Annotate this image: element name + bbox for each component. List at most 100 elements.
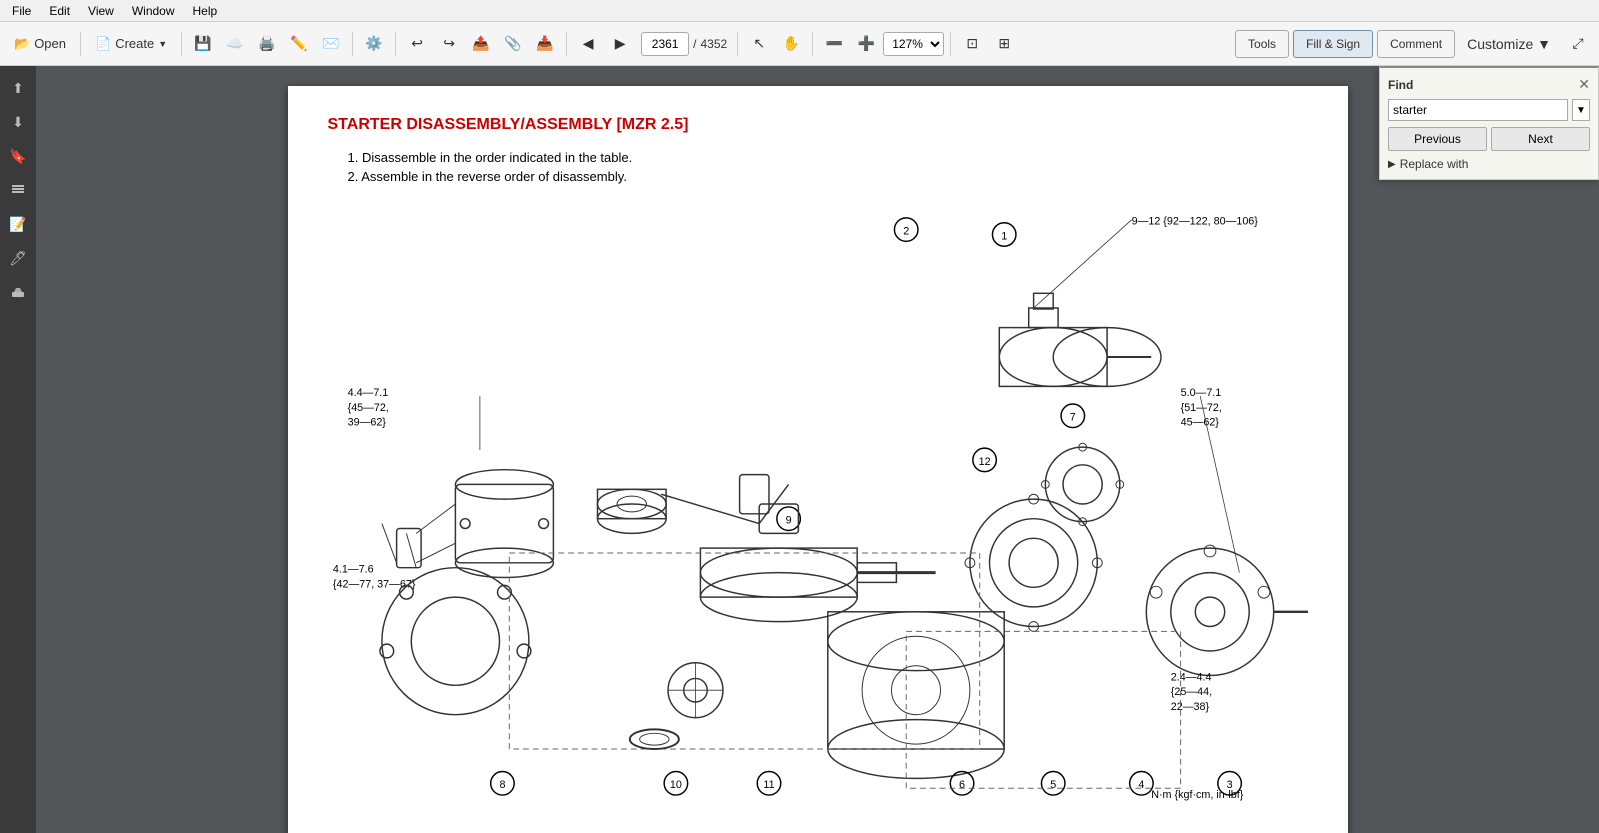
cursor-button[interactable]: ↖ bbox=[744, 29, 774, 59]
sidebar-icon-eraser[interactable] bbox=[4, 278, 32, 306]
svg-text:2: 2 bbox=[903, 226, 909, 238]
svg-text:2.4—4.4: 2.4—4.4 bbox=[1170, 671, 1211, 683]
customize-button[interactable]: Customize ▼ bbox=[1459, 29, 1559, 59]
separator-2 bbox=[181, 32, 182, 56]
sidebar-icon-nav[interactable]: ⬆ bbox=[4, 74, 32, 102]
open-label: Open bbox=[34, 36, 66, 51]
sidebar-icon-down[interactable]: ⬇ bbox=[4, 108, 32, 136]
sidebar-icon-annotation[interactable]: 📝 bbox=[4, 210, 32, 238]
zoom-select[interactable]: 50% 75% 100% 127% 150% 200% bbox=[883, 32, 944, 56]
zoom-container: 50% 75% 100% 127% 150% 200% bbox=[883, 32, 944, 56]
settings-button[interactable]: ⚙️ bbox=[359, 29, 389, 59]
find-buttons: Previous Next bbox=[1388, 127, 1590, 151]
sidebar-icon-pen[interactable]: 🖊 bbox=[4, 244, 32, 272]
content-area[interactable]: STARTER DISASSEMBLY/ASSEMBLY [MZR 2.5] 1… bbox=[36, 66, 1599, 833]
find-close-button[interactable]: ✕ bbox=[1578, 76, 1590, 93]
menu-file[interactable]: File bbox=[4, 2, 39, 20]
svg-text:5.0—7.1: 5.0—7.1 bbox=[1180, 387, 1221, 399]
redo-button[interactable]: ↪ bbox=[434, 29, 464, 59]
replace-arrow-icon: ▶ bbox=[1388, 159, 1396, 170]
separator-6 bbox=[737, 32, 738, 56]
create-dropdown-icon: ▼ bbox=[158, 39, 167, 49]
find-previous-button[interactable]: Previous bbox=[1388, 127, 1487, 151]
separator-4 bbox=[395, 32, 396, 56]
export-button[interactable]: 📥 bbox=[530, 29, 560, 59]
find-dropdown-button[interactable]: ▼ bbox=[1572, 99, 1590, 121]
separator-5 bbox=[566, 32, 567, 56]
svg-text:{51—72,: {51—72, bbox=[1180, 402, 1221, 414]
fill-sign-button[interactable]: Fill & Sign bbox=[1293, 30, 1373, 58]
menu-window[interactable]: Window bbox=[124, 2, 183, 20]
svg-text:12: 12 bbox=[978, 456, 990, 468]
zoom-out-button[interactable]: ➖ bbox=[819, 29, 849, 59]
page-navigation: 2361 / 4352 bbox=[641, 32, 727, 56]
next-page-button[interactable]: ▶ bbox=[605, 29, 635, 59]
create-icon: 📄 bbox=[95, 36, 111, 52]
maximize-button[interactable]: ⤢ bbox=[1563, 29, 1593, 59]
diagram-container: 9—12 {92—122, 80—106} 1 2 bbox=[328, 194, 1308, 814]
page-separator: / bbox=[693, 37, 696, 51]
comment-button[interactable]: Comment bbox=[1377, 30, 1455, 58]
menu-edit[interactable]: Edit bbox=[41, 2, 78, 20]
open-icon: 📂 bbox=[14, 36, 30, 52]
email-button[interactable]: ✉️ bbox=[316, 29, 346, 59]
separator-7 bbox=[812, 32, 813, 56]
instruction-2: 2. Assemble in the reverse order of disa… bbox=[348, 169, 1308, 184]
toolbar: 📂 Open 📄 Create ▼ 💾 ☁️ 🖨️ ✏️ ✉️ ⚙️ ↩ ↪ 📤… bbox=[0, 22, 1599, 66]
sidebar-icon-layers[interactable] bbox=[4, 176, 32, 204]
svg-text:6: 6 bbox=[959, 779, 965, 791]
replace-row[interactable]: ▶ Replace with bbox=[1388, 157, 1590, 171]
svg-text:9: 9 bbox=[785, 515, 791, 527]
svg-text:45—62}: 45—62} bbox=[1180, 417, 1219, 429]
menu-bar: File Edit View Window Help bbox=[0, 0, 1599, 22]
tools-button[interactable]: Tools bbox=[1235, 30, 1289, 58]
svg-text:N·m {kgf·cm, in·lbf}: N·m {kgf·cm, in·lbf} bbox=[1151, 789, 1244, 801]
save-cloud-button[interactable]: ☁️ bbox=[220, 29, 250, 59]
toolbar-right: Tools Fill & Sign Comment Customize ▼ ⤢ bbox=[1235, 29, 1593, 59]
separator-3 bbox=[352, 32, 353, 56]
left-sidebar: ⬆ ⬇ 🔖 📝 🖊 bbox=[0, 66, 36, 833]
zoom-in-button[interactable]: ➕ bbox=[851, 29, 881, 59]
find-input-row: ▼ bbox=[1388, 99, 1590, 121]
svg-text:7: 7 bbox=[1069, 412, 1075, 424]
fit-page-button[interactable]: ⊡ bbox=[957, 29, 987, 59]
fit-width-button[interactable]: ⊞ bbox=[989, 29, 1019, 59]
svg-text:{25—44,: {25—44, bbox=[1170, 686, 1211, 698]
find-panel-title: Find bbox=[1388, 78, 1413, 92]
menu-view[interactable]: View bbox=[80, 2, 122, 20]
sidebar-icon-bookmark[interactable]: 🔖 bbox=[4, 142, 32, 170]
svg-text:39—62}: 39—62} bbox=[347, 417, 386, 429]
instruction-1: 1. Disassemble in the order indicated in… bbox=[348, 150, 1308, 165]
svg-text:{45—72,: {45—72, bbox=[347, 402, 388, 414]
find-panel: Find ✕ ▼ Previous Next ▶ Replace with bbox=[1379, 66, 1599, 180]
prev-page-button[interactable]: ◀ bbox=[573, 29, 603, 59]
find-search-input[interactable] bbox=[1388, 99, 1568, 121]
find-panel-header: Find ✕ bbox=[1388, 76, 1590, 93]
attach-button[interactable]: 📎 bbox=[498, 29, 528, 59]
print-button[interactable]: 🖨️ bbox=[252, 29, 282, 59]
svg-text:4.1—7.6: 4.1—7.6 bbox=[332, 564, 373, 576]
separator-1 bbox=[80, 32, 81, 56]
replace-with-label: Replace with bbox=[1400, 157, 1469, 171]
svg-text:4.4—7.1: 4.4—7.1 bbox=[347, 387, 388, 399]
hand-button[interactable]: ✋ bbox=[776, 29, 806, 59]
save-button[interactable]: 💾 bbox=[188, 29, 218, 59]
svg-text:11: 11 bbox=[763, 779, 774, 791]
undo-button[interactable]: ↩ bbox=[402, 29, 432, 59]
page-title: STARTER DISASSEMBLY/ASSEMBLY [MZR 2.5] bbox=[328, 116, 1308, 134]
svg-text:1: 1 bbox=[1001, 230, 1007, 242]
create-button[interactable]: 📄 Create ▼ bbox=[87, 29, 175, 59]
edit-button[interactable]: ✏️ bbox=[284, 29, 314, 59]
extract-button[interactable]: 📤 bbox=[466, 29, 496, 59]
find-next-button[interactable]: Next bbox=[1491, 127, 1590, 151]
svg-text:4: 4 bbox=[1138, 779, 1144, 791]
svg-text:5: 5 bbox=[1050, 779, 1056, 791]
diagram-svg: 9—12 {92—122, 80—106} 1 2 bbox=[328, 194, 1308, 814]
create-label: Create bbox=[115, 36, 154, 51]
svg-text:22—38}: 22—38} bbox=[1170, 701, 1209, 713]
page-total: 4352 bbox=[700, 37, 727, 51]
menu-help[interactable]: Help bbox=[185, 2, 226, 20]
main-layout: ⬆ ⬇ 🔖 📝 🖊 STARTER DISASSEMBLY/ASSEMBLY [… bbox=[0, 66, 1599, 833]
open-button[interactable]: 📂 Open bbox=[6, 29, 74, 59]
page-number-input[interactable]: 2361 bbox=[641, 32, 689, 56]
